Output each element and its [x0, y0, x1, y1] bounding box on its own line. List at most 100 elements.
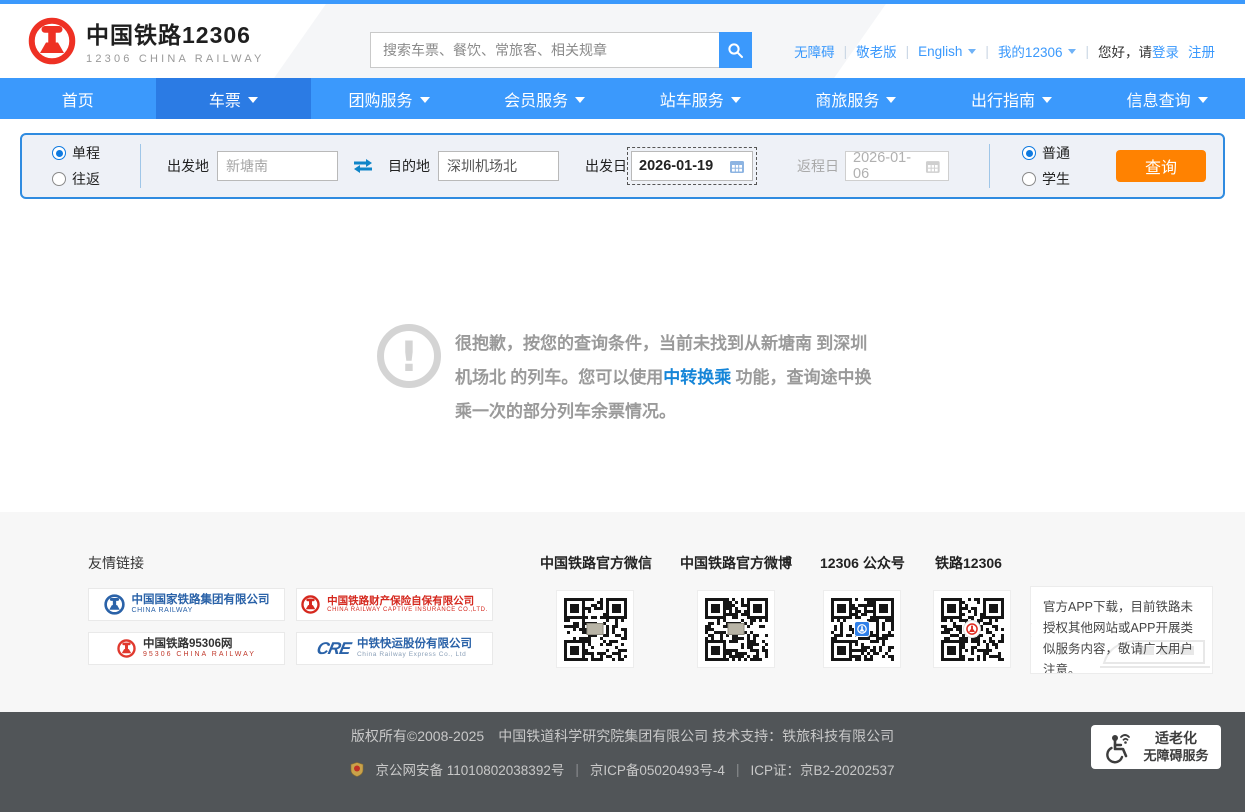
warning-exclamation-icon: !: [377, 324, 441, 388]
china-railway-emblem-icon: [301, 595, 320, 614]
beian-link[interactable]: 京公网安备 11010802038392号: [375, 759, 564, 779]
radio-icon: [52, 172, 66, 186]
separator: |: [844, 44, 848, 59]
to-label: 目的地: [388, 156, 430, 176]
no-trains-message: 很抱歉，按您的查询条件，当前未找到从新塘南 到深圳机场北 的列车。您可以使用中转…: [455, 327, 883, 429]
site-logo[interactable]: 中国铁路12306 12306 CHINA RAILWAY: [28, 16, 265, 65]
search-button[interactable]: [719, 32, 752, 68]
english-link[interactable]: English: [918, 44, 962, 59]
qr-center-image: [728, 623, 745, 635]
chevron-down-icon: [886, 97, 896, 103]
nav-label: 信息查询: [1127, 87, 1191, 111]
qr-code-weibo: [697, 590, 775, 668]
china-railway-emblem-icon: [28, 17, 76, 65]
transfer-link[interactable]: 中转换乘: [663, 368, 731, 387]
chevron-down-icon: [420, 97, 430, 103]
senior-version-link[interactable]: 敬老版: [856, 41, 897, 61]
separator: |: [985, 44, 989, 59]
nav-item-travel-guide[interactable]: 出行指南: [934, 78, 1090, 119]
chevron-down-icon: [1198, 97, 1208, 103]
china-railway-emblem-icon: [117, 639, 136, 658]
partner-name: 中国国家铁路集团有限公司: [132, 594, 270, 607]
app-download-notice: 官方APP下载，目前铁路未授权其他网站或APP开展类似服务内容，敬请广大用户注意…: [1030, 586, 1213, 674]
police-badge-icon: [350, 762, 364, 777]
icp-license-link[interactable]: ICP证：京B2-20202537: [750, 759, 894, 779]
nav-item-info-query[interactable]: 信息查询: [1089, 78, 1245, 119]
chevron-down-icon: [575, 97, 585, 103]
partner-link-china-railway-group[interactable]: 中国国家铁路集团有限公司 CHINA RAILWAY: [88, 588, 285, 621]
from-station-input[interactable]: [217, 151, 338, 181]
page: 中国铁路12306 12306 CHINA RAILWAY 无障碍 | 敬老版 …: [0, 0, 1245, 812]
qr-label-official-account: 12306 公众号: [820, 553, 905, 573]
from-label: 出发地: [167, 156, 209, 176]
query-button[interactable]: 查询: [1116, 150, 1206, 182]
radio-icon: [1022, 172, 1036, 186]
qr-label-wechat: 中国铁路官方微信: [540, 553, 652, 573]
radio-selected-icon: [52, 146, 66, 160]
qr-center-12306-logo: [854, 621, 870, 637]
nav-item-home[interactable]: 首页: [0, 78, 156, 119]
ticket-query-panel: 单程 往返 出发地 目的地 出发日 2026-01-19: [20, 133, 1225, 199]
nav-item-member-services[interactable]: 会员服务: [467, 78, 623, 119]
qr-code-railway-12306-app: [933, 590, 1011, 668]
calendar-icon: [729, 159, 745, 174]
chevron-down-icon: [248, 97, 258, 103]
return-date-value: 2026-01-06: [853, 150, 925, 182]
badge-line1: 适老化: [1143, 730, 1208, 748]
my-12306-link[interactable]: 我的12306: [998, 41, 1063, 61]
partner-link-95306[interactable]: 中国铁路95306网 95306 CHINA RAILWAY: [88, 632, 285, 665]
return-date-label: 返程日: [797, 156, 839, 176]
header: 中国铁路12306 12306 CHINA RAILWAY 无障碍 | 敬老版 …: [0, 4, 1245, 78]
bottom-bar: 版权所有©2008-2025 中国铁道科学研究院集团有限公司 技术支持：铁旅科技…: [0, 712, 1245, 812]
partner-link-china-railway-express[interactable]: CRE 中铁快运股份有限公司 China Railway Express Co.…: [296, 632, 493, 665]
one-way-radio[interactable]: 单程: [52, 143, 124, 163]
normal-label: 普通: [1042, 143, 1070, 163]
nav-item-business-travel[interactable]: 商旅服务: [778, 78, 934, 119]
return-date-field: 2026-01-06: [845, 151, 949, 181]
round-trip-radio[interactable]: 往返: [52, 169, 124, 189]
header-links: 无障碍 | 敬老版 | English | 我的12306 | 您好，请 登录 …: [794, 41, 1215, 61]
copyright-text: 版权所有©2008-2025 中国铁道科学研究院集团有限公司 技术支持：铁旅科技…: [0, 712, 1245, 746]
nav-item-tickets[interactable]: 车票: [156, 78, 312, 119]
separator: |: [1085, 44, 1089, 59]
main-nav: 首页 车票 团购服务 会员服务 站车服务 商旅服务 出行指南 信息查询: [0, 78, 1245, 119]
nav-item-station-services[interactable]: 站车服务: [623, 78, 779, 119]
logo-subtitle: 12306 CHINA RAILWAY: [86, 53, 265, 65]
partner-link-captive-insurance[interactable]: 中国铁路财产保险自保有限公司 CHINA RAILWAY CAPTIVE INS…: [296, 588, 493, 621]
nav-item-group-services[interactable]: 团购服务: [311, 78, 467, 119]
partner-subname: China Railway Express Co., Ltd: [357, 651, 472, 658]
partner-name: 中铁快运股份有限公司: [357, 638, 472, 651]
login-link[interactable]: 登录: [1152, 41, 1179, 61]
separator: |: [906, 44, 910, 59]
registration-line: 京公网安备 11010802038392号 | 京ICP备05020493号-4…: [0, 759, 1245, 779]
passenger-type-group: 普通 学生: [1022, 143, 1088, 189]
qr-code-official-account: [823, 590, 901, 668]
qr-code-wechat: [556, 590, 634, 668]
trip-type-group: 单程 往返: [52, 143, 124, 189]
register-link[interactable]: 注册: [1188, 41, 1215, 61]
swap-stations-icon[interactable]: [352, 158, 374, 174]
qr-center-image: [587, 623, 604, 635]
nav-label: 会员服务: [504, 87, 568, 111]
student-label: 学生: [1042, 169, 1070, 189]
depart-date-value: 2026-01-19: [639, 158, 713, 174]
calendar-icon: [925, 159, 941, 174]
search-input[interactable]: [370, 32, 719, 68]
qr-label-app: 铁路12306: [935, 553, 1002, 573]
accessibility-link[interactable]: 无障碍: [794, 41, 835, 61]
icp-record-link[interactable]: 京ICP备05020493号-4: [590, 759, 725, 779]
nav-label: 团购服务: [349, 87, 413, 111]
elder-accessibility-badge[interactable]: 适老化 无障碍服务: [1091, 725, 1221, 769]
normal-passenger-radio[interactable]: 普通: [1022, 143, 1088, 163]
to-station-input[interactable]: [438, 151, 559, 181]
wheelchair-wifi-icon: [1103, 730, 1135, 764]
one-way-label: 单程: [72, 143, 100, 163]
partner-name: 中国铁路财产保险自保有限公司: [327, 595, 488, 607]
round-trip-label: 往返: [72, 169, 100, 189]
depart-date-label: 出发日: [585, 156, 627, 176]
nav-label: 首页: [62, 87, 94, 111]
divider: [989, 144, 990, 188]
student-passenger-radio[interactable]: 学生: [1022, 169, 1088, 189]
site-search: [370, 32, 752, 68]
depart-date-field[interactable]: 2026-01-19: [631, 151, 753, 181]
